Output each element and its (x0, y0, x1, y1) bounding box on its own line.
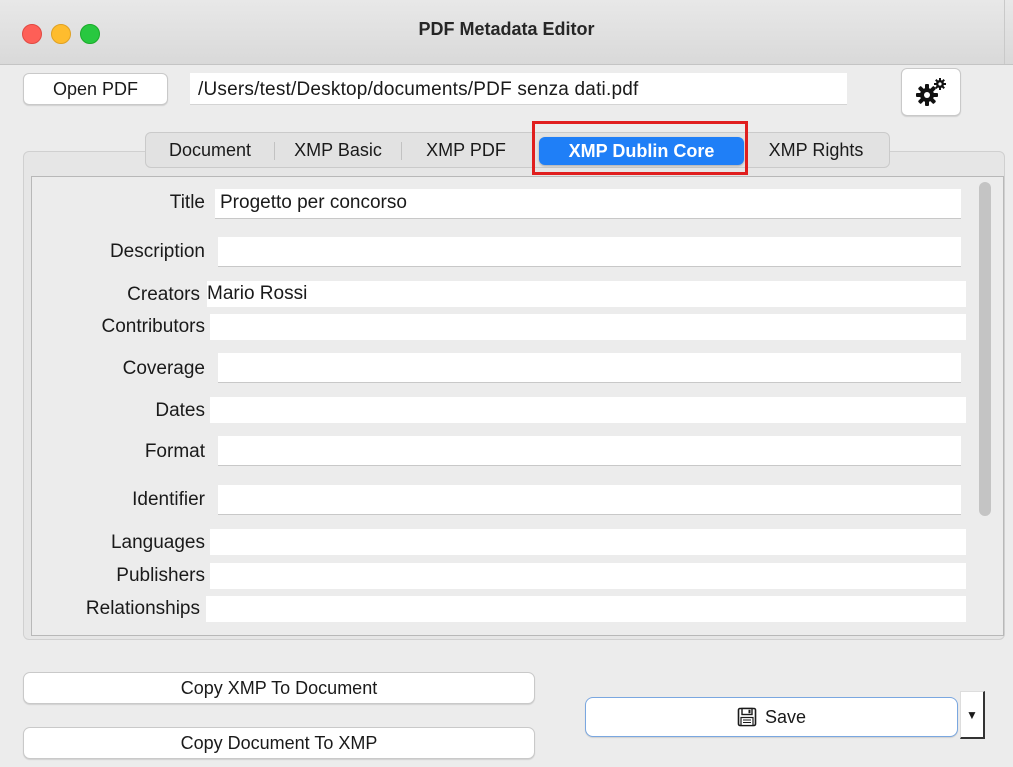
dates-label: Dates (155, 400, 205, 421)
title-field[interactable]: Progetto per concorso (215, 189, 961, 219)
dropdown-arrow-icon: ▼ (966, 707, 978, 722)
publishers-label: Publishers (116, 565, 205, 586)
form-scrollbar-thumb[interactable] (979, 182, 991, 516)
description-field[interactable] (218, 237, 961, 267)
copy-document-to-xmp-button[interactable]: Copy Document To XMP (23, 727, 535, 759)
file-path-field[interactable]: /Users/test/Desktop/documents/PDF senza … (190, 73, 847, 105)
format-field[interactable] (218, 436, 961, 466)
tab-xmp-pdf[interactable]: XMP PDF (402, 133, 530, 167)
active-tab-highlight (532, 121, 748, 175)
open-pdf-button[interactable]: Open PDF (23, 73, 168, 105)
save-button-label: Save (764, 706, 807, 727)
save-options-dropdown[interactable]: ▼ (960, 691, 985, 739)
languages-label: Languages (110, 532, 205, 553)
creators-field[interactable]: Mario Rossi (207, 281, 966, 307)
contributors-label: Contributors (101, 316, 206, 337)
tab-document[interactable]: Document (146, 133, 274, 167)
relationships-field[interactable] (206, 596, 966, 622)
floppy-disk-icon (737, 707, 757, 727)
tab-xmp-basic[interactable]: XMP Basic (275, 133, 401, 167)
gears-icon (916, 78, 946, 106)
tab-xmp-rights[interactable]: XMP Rights (750, 133, 882, 167)
save-button[interactable]: Save (585, 697, 958, 737)
creators-label: Creators (127, 284, 200, 305)
identifier-field[interactable] (218, 485, 961, 515)
title-label: Title (169, 192, 205, 213)
relationships-label: Relationships (85, 598, 200, 619)
coverage-label: Coverage (122, 358, 205, 379)
dates-field[interactable] (210, 397, 966, 423)
tab-bar: Document XMP Basic XMP PDF XMP Dublin Co… (145, 132, 890, 168)
publishers-field[interactable] (210, 563, 966, 589)
languages-field[interactable] (210, 529, 966, 555)
titlebar-divider (1004, 0, 1005, 64)
coverage-field[interactable] (218, 353, 961, 383)
window-title: PDF Metadata Editor (418, 19, 595, 39)
identifier-label: Identifier (132, 489, 205, 510)
settings-button[interactable] (901, 68, 961, 116)
contributors-field[interactable] (210, 314, 966, 340)
description-label: Description (109, 241, 205, 262)
copy-xmp-to-document-button[interactable]: Copy XMP To Document (23, 672, 535, 704)
window-titlebar: PDF Metadata Editor (0, 0, 1013, 65)
format-label: Format (144, 441, 205, 462)
